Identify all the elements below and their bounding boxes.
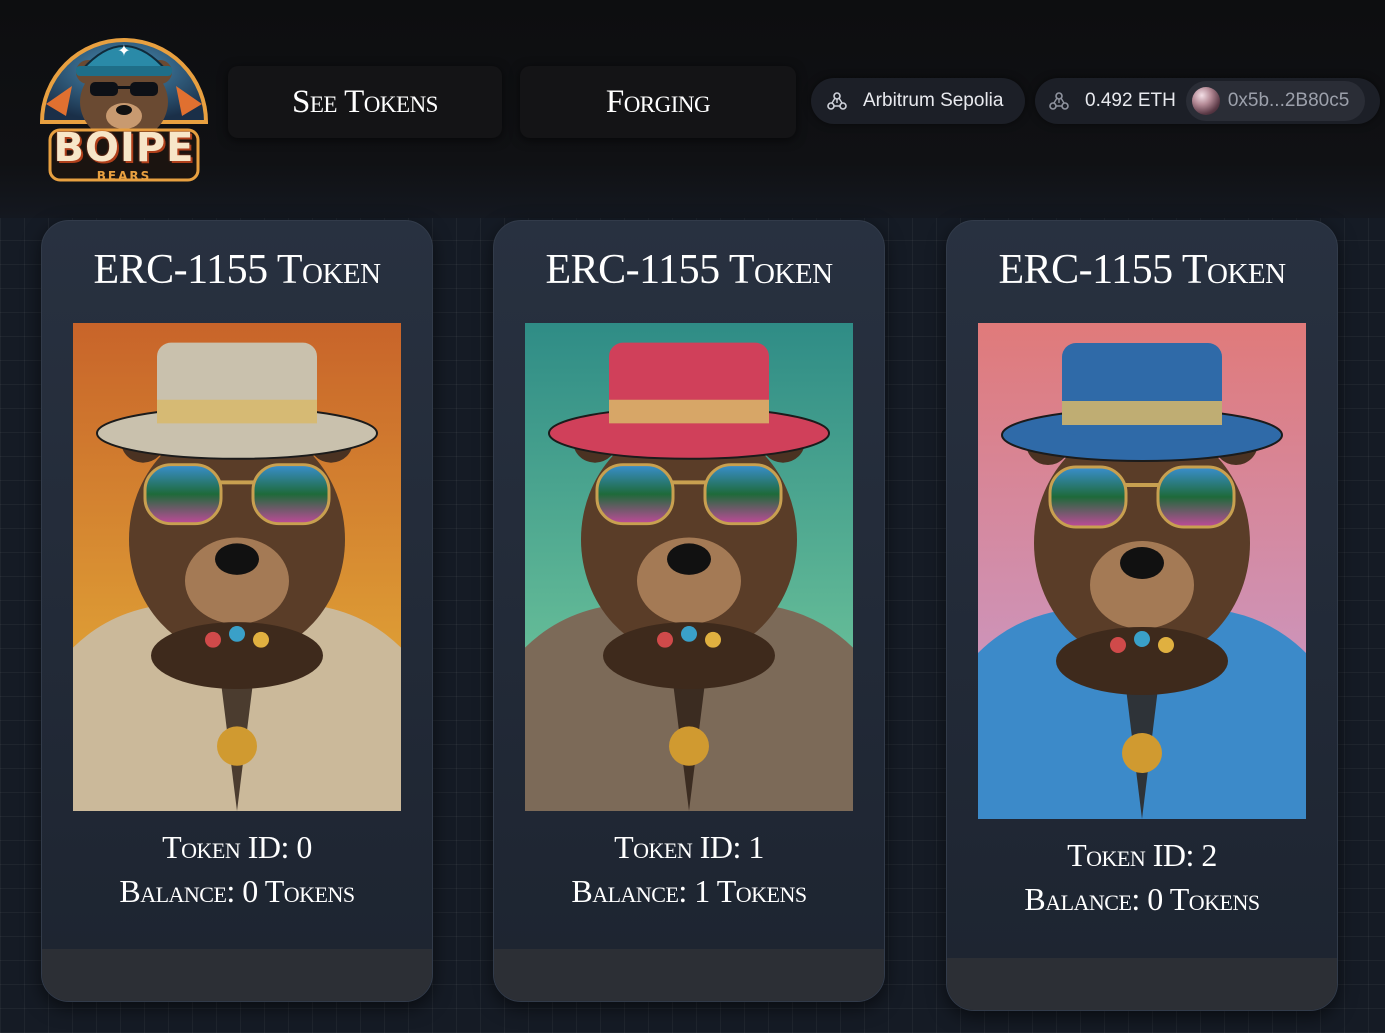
token-image [978,323,1306,819]
svg-text:✦: ✦ [117,41,130,60]
token-balance: Balance: 0 Tokens [1024,881,1260,917]
arbitrum-network-icon [825,89,849,113]
token-card: ERC-1155 Token Token ID: 0 Balance: 0 To… [41,220,433,1002]
token-image [525,323,853,811]
wallet-address-pill[interactable]: 0x5b...2B80c5 [1185,81,1366,121]
logo-wordmark: BOIPE [53,125,195,171]
top-bar: ✦ BOIPE BEARS See Tokens Forging Arbitru… [0,0,1385,218]
card-title: ERC-1155 Token [998,247,1286,293]
token-id: Token ID: 0 [162,829,312,865]
wallet-avatar [1191,87,1220,115]
card-title: ERC-1155 Token [93,247,381,293]
see-tokens-button[interactable]: See Tokens [228,66,502,138]
card-footer [947,958,1337,1010]
account-button[interactable]: 0.492 ETH 0x5b...2B80c5 [1035,78,1380,124]
card-footer [494,949,884,1001]
eth-balance: 0.492 ETH [1085,90,1176,111]
wallet-address: 0x5b...2B80c5 [1227,90,1350,111]
token-id: Token ID: 1 [614,829,764,865]
card-footer [42,949,432,1001]
token-card: ERC-1155 Token Token ID: 2 Balance: 0 To… [946,220,1338,1011]
see-tokens-label: See Tokens [292,83,438,120]
forging-label: Forging [605,83,711,120]
token-card: ERC-1155 Token Token ID: 1 Balance: 1 To… [493,220,885,1002]
token-balance: Balance: 1 Tokens [571,873,807,909]
logo-subtitle: BEARS [96,169,152,183]
token-id: Token ID: 2 [1067,837,1217,873]
network-icon [1047,89,1071,113]
network-selector[interactable]: Arbitrum Sepolia [811,78,1025,124]
card-title: ERC-1155 Token [545,247,833,293]
token-balance: Balance: 0 Tokens [119,873,355,909]
forging-button[interactable]: Forging [520,66,796,138]
token-image [73,323,401,811]
boipe-bears-logo[interactable]: ✦ BOIPE BEARS [32,12,216,190]
network-name: Arbitrum Sepolia [863,90,1004,111]
